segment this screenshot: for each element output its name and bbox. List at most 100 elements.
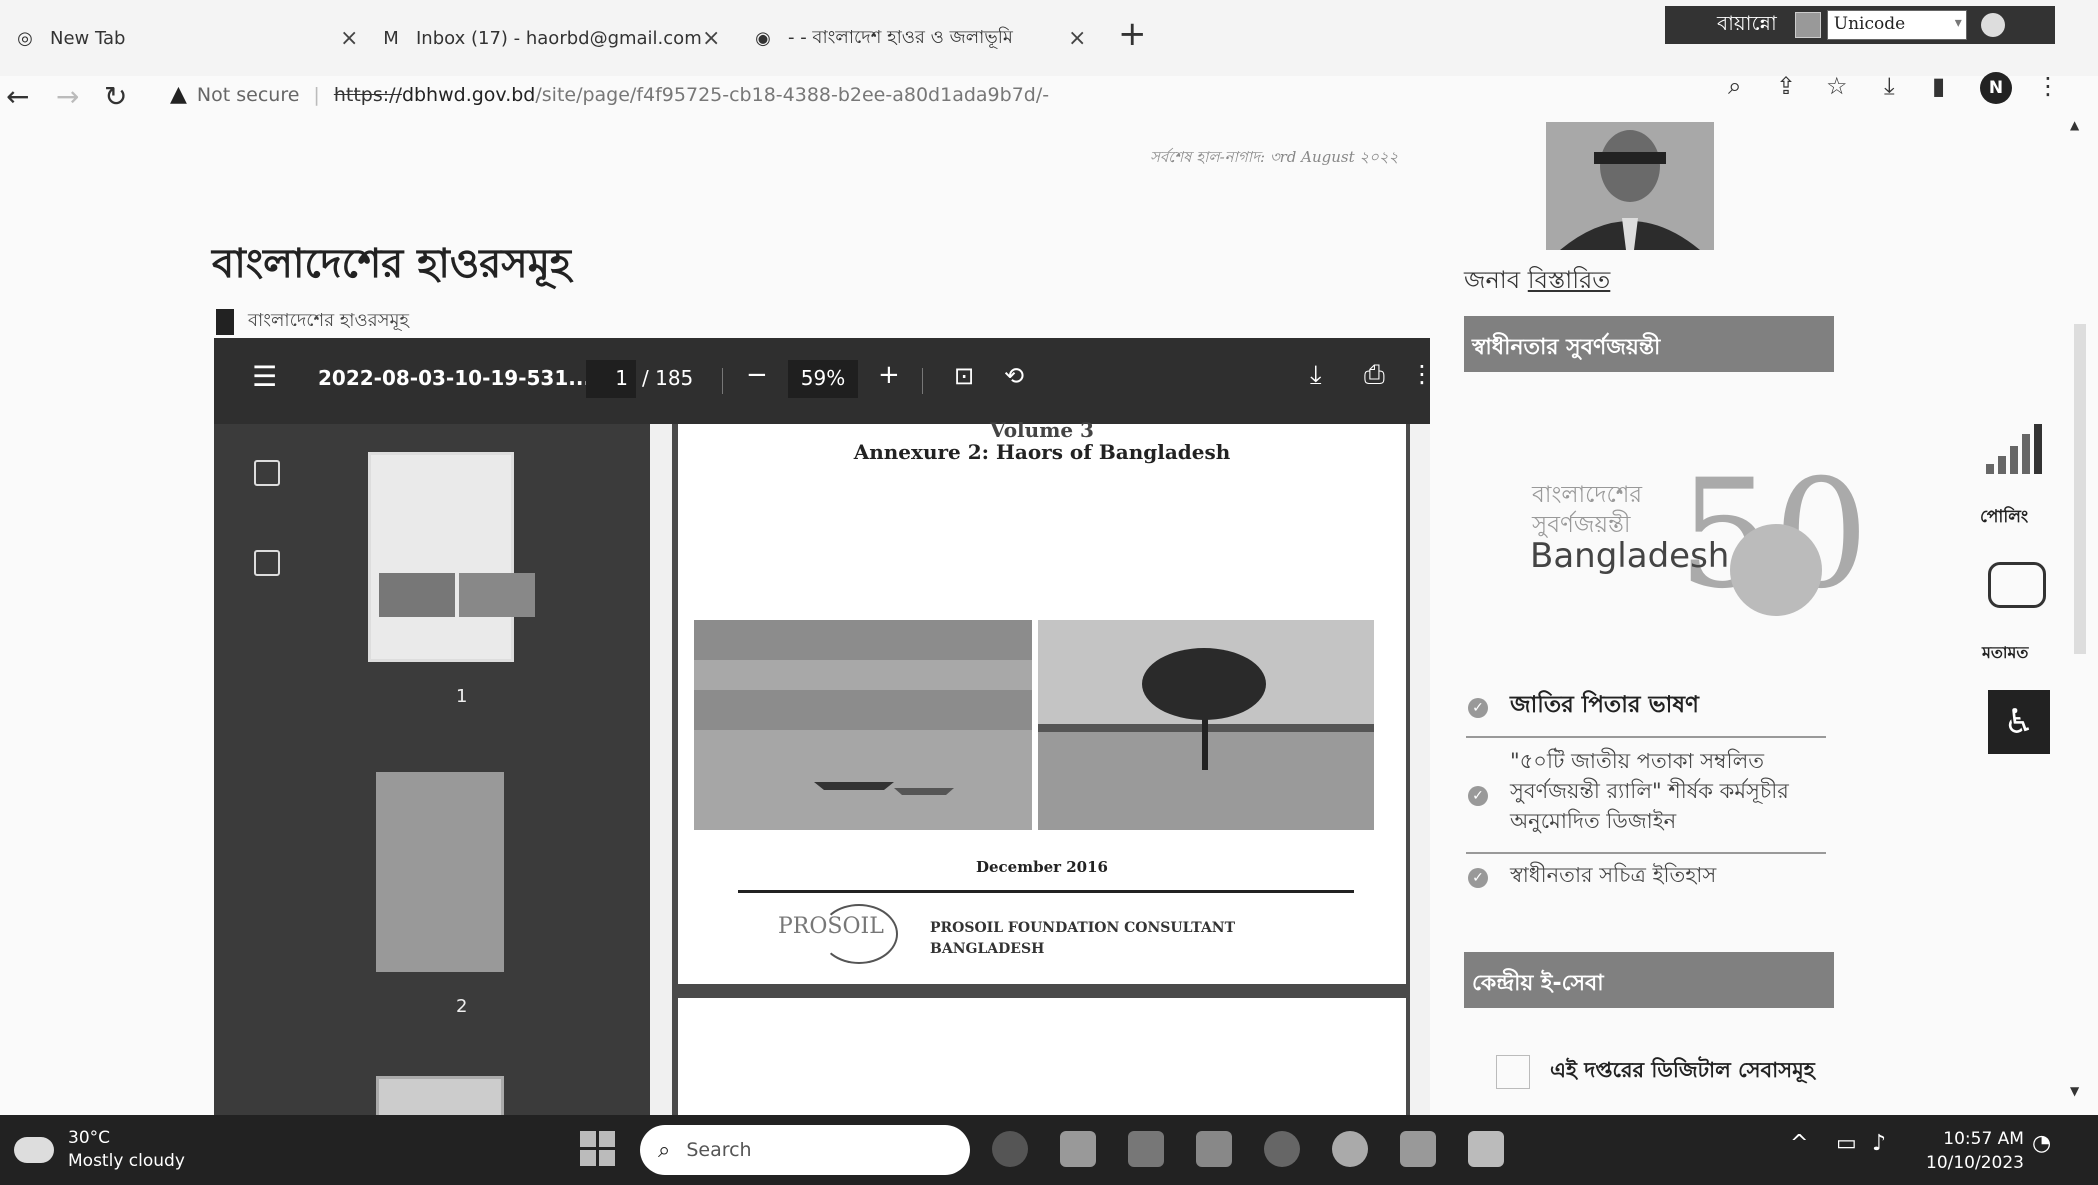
url-field[interactable]: ▲ Not secure | https:// dbhwd.gov.bd /si… <box>170 82 1049 107</box>
url-host: dbhwd.gov.bd <box>401 83 536 106</box>
firefox-icon[interactable] <box>1264 1131 1300 1167</box>
tab-title: - - বাংলাদেশ হাওর ও জলাভূমি <box>788 26 1013 48</box>
tray-chevron-up-icon[interactable]: ^ <box>1790 1131 1808 1156</box>
zoom-in-icon[interactable]: + <box>878 360 900 390</box>
last-updated-date: সর্বশেষ হাল-নাগাদ: ৩rd August ২০২২ <box>1150 148 1399 166</box>
fit-page-icon[interactable]: ⊡ <box>954 362 974 390</box>
forward-arrow-icon[interactable]: → <box>56 80 79 113</box>
zoom-level-input[interactable]: 59% <box>788 360 858 398</box>
bookmark-star-icon[interactable]: ☆ <box>1826 72 1848 100</box>
toolbar-divider <box>722 368 723 394</box>
pdf-menu-icon[interactable]: ☰ <box>252 360 277 393</box>
caption-prefix: জনাব <box>1464 266 1521 294</box>
pdf-page <box>678 998 1406 1118</box>
feedback-label[interactable]: মতামত <box>1982 640 2028 667</box>
pdf-scrollbar[interactable] <box>1410 424 1430 1118</box>
thumbnail-label: 2 <box>456 996 468 1017</box>
browser-menu-icon[interactable]: ⋮ <box>2036 72 2060 100</box>
official-caption: জনাব বিস্তারিত <box>1464 262 1610 302</box>
page-number-input[interactable]: 1 <box>586 360 636 398</box>
search-placeholder: Search <box>686 1139 752 1161</box>
tab-title: New Tab <box>50 27 126 49</box>
back-arrow-icon[interactable]: ← <box>6 80 29 113</box>
close-tab-icon[interactable]: × <box>340 26 358 51</box>
tab-gmail-inbox[interactable]: M Inbox (17) - haorbd@gmail.com × <box>380 18 720 58</box>
page-thumbnail[interactable] <box>376 772 504 972</box>
network-icon[interactable]: ▭ <box>1836 1131 1857 1156</box>
notification-icon[interactable]: ◔ <box>2032 1131 2051 1156</box>
site-icon: ◉ <box>755 27 771 49</box>
security-status[interactable]: Not secure <box>197 84 300 106</box>
camera-app-icon[interactable] <box>992 1131 1028 1167</box>
tree-photo <box>1038 620 1374 830</box>
clock-time: 10:57 AM <box>1943 1129 2024 1149</box>
page-thumbnail[interactable] <box>376 1076 504 1118</box>
tab-new-tab[interactable]: ◎ New Tab × <box>14 18 358 58</box>
list-item[interactable]: ✓ স্বাধীনতার সচিত্র ইতিহাস <box>1468 860 1820 890</box>
share-icon[interactable]: ⇪ <box>1776 72 1796 100</box>
pdf-download-icon[interactable]: ⤓ <box>1310 360 1322 391</box>
close-tab-icon[interactable]: × <box>702 26 720 51</box>
word-icon[interactable] <box>1128 1131 1164 1167</box>
poll-icon[interactable] <box>1986 424 2042 474</box>
file-explorer-icon[interactable] <box>1060 1131 1096 1167</box>
doc-date: December 2016 <box>975 858 1108 876</box>
clock-date: 10/10/2023 <box>1926 1153 2024 1173</box>
app-icon[interactable] <box>1400 1131 1436 1167</box>
thumbnail-scrollbar[interactable] <box>650 424 672 1118</box>
rotate-icon[interactable]: ⟲ <box>1004 362 1024 390</box>
keyboard-toggle-checkbox[interactable] <box>1794 12 1821 38</box>
side-panel-icon[interactable]: ▮ <box>1932 72 1945 100</box>
divider <box>1466 736 1826 738</box>
chrome-taskbar-icon[interactable] <box>1332 1131 1368 1167</box>
list-item[interactable]: ✓ "৫০টি জাতীয় পতাকা সম্বলিত সুবর্ণজয়ন্… <box>1468 746 1820 836</box>
e-service-banner: কেন্দ্রীয় ই-সেবা <box>1464 952 1834 1008</box>
weather-condition: Mostly cloudy <box>68 1151 185 1171</box>
zoom-out-icon[interactable]: − <box>746 360 768 390</box>
zoom-icon[interactable]: ⌕ <box>1728 72 1741 100</box>
download-icon[interactable]: ⤓ <box>1884 72 1895 100</box>
accessibility-icon[interactable]: ♿ <box>1988 690 2050 754</box>
keyboard-language-label[interactable]: বায়ান্নো <box>1717 9 1777 42</box>
company-line: PROSOIL FOUNDATION CONSULTANT <box>930 920 1236 936</box>
bangladesh-50-logo[interactable]: 50 বাংলাদেশের সুবর্ণজয়ন্তী Bangladesh <box>1520 450 1869 640</box>
extension-settings-icon[interactable] <box>1980 13 2005 37</box>
app-icon[interactable] <box>1468 1131 1504 1167</box>
golden-jubilee-banner: স্বাধীনতার সুবর্ণজয়ন্তী <box>1464 316 1834 372</box>
page-thumbnail[interactable] <box>368 452 535 662</box>
outline-view-icon[interactable] <box>254 550 280 576</box>
gmail-icon: M <box>383 27 399 49</box>
poll-label[interactable]: পোলিং <box>1980 504 2028 532</box>
thumbnails-view-icon[interactable] <box>254 460 280 486</box>
tab-haor-site[interactable]: ◉ - - বাংলাদেশ হাওর ও জলাভূমি × <box>752 18 1086 58</box>
attachment-link[interactable]: বাংলাদেশের হাওরসমূহ <box>216 306 409 337</box>
taskbar-clock[interactable]: 10:57 AM 10/10/2023 <box>1926 1127 2024 1175</box>
excel-icon[interactable] <box>1196 1131 1232 1167</box>
page-scrollbar[interactable]: ▲ ▼ <box>2060 118 2094 1108</box>
details-link[interactable]: বিস্তারিত <box>1528 266 1611 294</box>
profile-avatar[interactable]: N <box>1980 72 2012 104</box>
digital-services-link[interactable]: এই দপ্তরের ডিজিটাল সেবাসমূহ <box>1496 1054 1815 1089</box>
print-icon[interactable]: ⎙ <box>1364 360 1385 391</box>
windows-start-icon[interactable] <box>580 1131 615 1166</box>
taskbar-search[interactable]: ⌕ Search <box>640 1125 970 1175</box>
weather-widget[interactable]: 30°C Mostly cloudy <box>14 1127 185 1173</box>
windows-taskbar: 30°C Mostly cloudy ⌕ Search ^ ▭ ♪ 10:57 … <box>0 1115 2098 1185</box>
list-item[interactable]: ✓ জাতির পিতার ভাষণ <box>1468 690 1820 720</box>
link-text: জাতির পিতার ভাষণ <box>1510 692 1699 718</box>
close-tab-icon[interactable]: × <box>1068 26 1086 51</box>
toolbar-divider <box>922 368 923 394</box>
logo-bangla-line: বাংলাদেশের <box>1532 482 1643 508</box>
reload-icon[interactable]: ↻ <box>104 80 127 113</box>
thumbnail-sidebar: 1 2 <box>214 424 650 1118</box>
volume-icon[interactable]: ♪ <box>1872 1131 1886 1156</box>
bangla-keyboard-extension: বায়ান্নো Unicode ▾ <box>1665 6 2055 44</box>
pdf-page: Volume 3 Annexure 2: Haors of Bangladesh… <box>678 418 1406 984</box>
new-tab-button[interactable]: + <box>1118 14 1147 54</box>
attachment-label: বাংলাদেশের হাওরসমূহ <box>248 310 409 331</box>
pdf-toolbar: ☰ 2022-08-03-10-19-531... 1 / 185 − 59% … <box>214 338 1430 424</box>
feedback-chat-icon[interactable] <box>1988 562 2046 608</box>
pdf-more-icon[interactable]: ⋮ <box>1410 360 1430 388</box>
encoding-select[interactable]: Unicode ▾ <box>1826 10 1967 40</box>
service-icon <box>1496 1054 1530 1089</box>
